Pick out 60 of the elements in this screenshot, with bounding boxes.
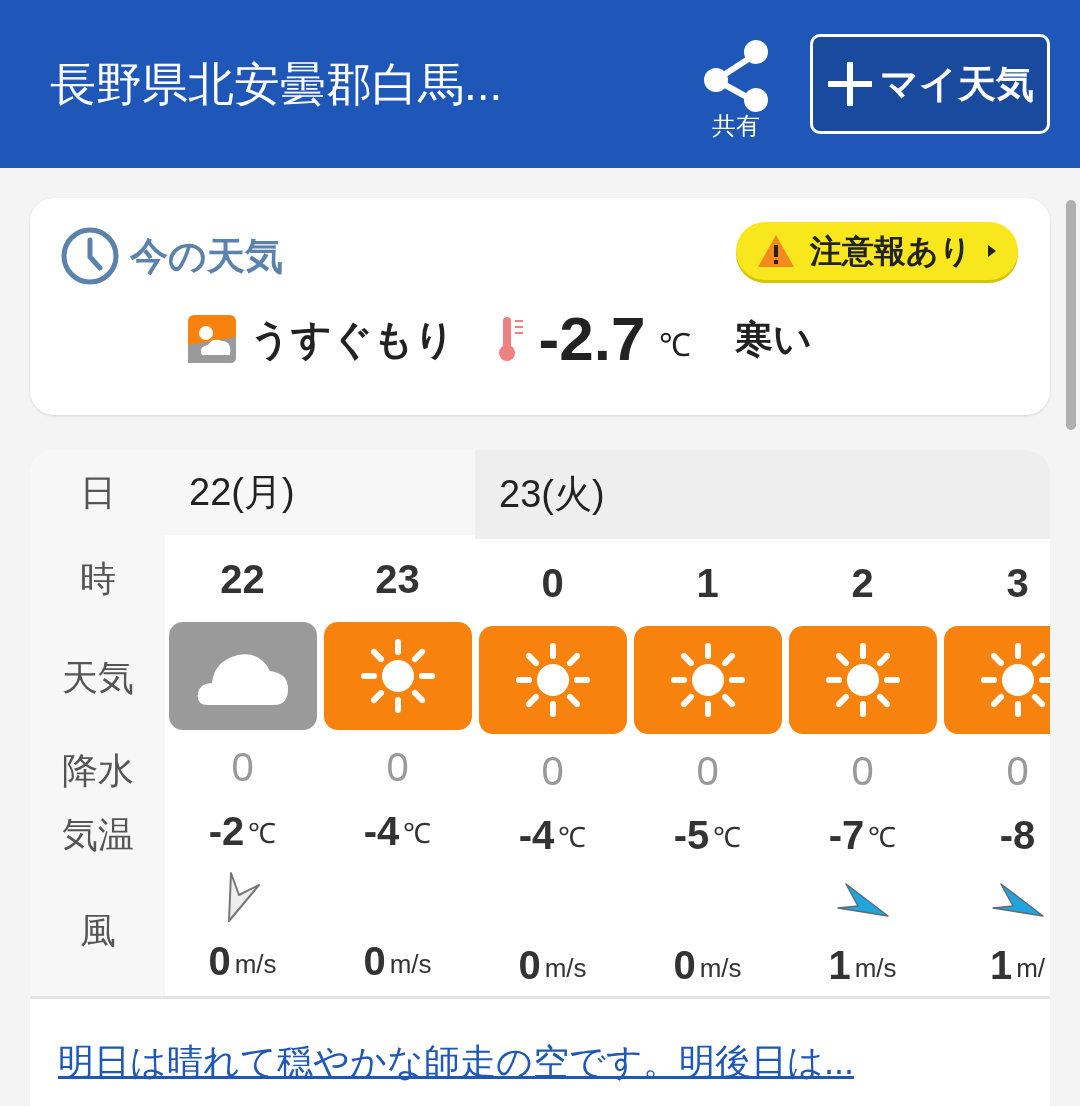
precipitation-value: 0 xyxy=(231,744,254,791)
row-label: 天気 xyxy=(61,656,134,700)
precipitation-value: 0 xyxy=(851,748,874,795)
triangle-right-icon xyxy=(986,243,998,259)
alert-badge[interactable]: 注意報あり xyxy=(736,222,1018,280)
row-label: 日 xyxy=(79,470,116,515)
warning-icon xyxy=(756,233,796,269)
wind-speed: 0 xyxy=(208,938,231,985)
hour-label: 22 xyxy=(220,555,265,603)
precipitation-value: 0 xyxy=(541,748,564,795)
temperature-value: -7 xyxy=(828,812,865,859)
temperature-unit: ℃ xyxy=(713,821,742,855)
thermometer-icon xyxy=(498,315,525,363)
my-weather-button[interactable]: マイ天気 xyxy=(810,34,1050,134)
precipitation-value: 0 xyxy=(696,748,719,795)
temperature-unit: ℃ xyxy=(868,821,897,855)
temperature-value: -2 xyxy=(208,808,245,855)
hour-label: 3 xyxy=(1006,559,1029,607)
wind-unit: m/s xyxy=(234,947,277,981)
wind-unit: m/s xyxy=(389,947,432,981)
section-heading: 今の天気 xyxy=(130,233,283,279)
feeling-text: 寒い xyxy=(735,316,813,362)
forecast-summary-link[interactable]: 明日は晴れて穏やかな師走の空です。明後日は... xyxy=(58,1041,854,1082)
wind-unit: m/s xyxy=(699,951,742,985)
hour-label: 1 xyxy=(696,559,719,607)
hour-label: 0 xyxy=(541,559,564,607)
temperature-value: -4 xyxy=(363,808,400,855)
plus-icon xyxy=(826,60,874,108)
row-label: 風 xyxy=(79,909,116,953)
hour-label: 23 xyxy=(375,555,420,603)
wind-unit: m/ xyxy=(1016,951,1046,985)
row-label: 時 xyxy=(79,556,116,601)
wind-unit: m/s xyxy=(854,951,897,985)
precipitation-value: 0 xyxy=(386,744,409,791)
share-button[interactable]: 共有 xyxy=(702,38,770,138)
wind-unit: m/s xyxy=(544,951,587,985)
temperature-value: -8 xyxy=(999,812,1036,859)
day-header: 22(月) xyxy=(165,450,475,535)
temperature-unit: ℃ xyxy=(558,821,587,855)
share-icon xyxy=(702,38,770,114)
temperature-unit: ℃ xyxy=(659,326,692,365)
wind-speed: 0 xyxy=(363,938,386,985)
condition-text: うすぐもり xyxy=(249,316,455,363)
day-header: 23(火) xyxy=(475,450,1050,539)
row-label: 降水 xyxy=(61,749,134,793)
clock-icon xyxy=(60,226,120,286)
wind-speed: 0 xyxy=(518,942,541,989)
current-temperature: -2.7 xyxy=(538,308,646,370)
hour-label: 2 xyxy=(851,559,874,607)
partly-cloudy-icon xyxy=(187,315,236,363)
row-label: 気温 xyxy=(61,813,134,857)
wind-speed: 1 xyxy=(989,942,1013,989)
location-title: 長野県北安曇郡白馬... xyxy=(50,56,504,112)
wind-speed: 1 xyxy=(828,942,851,989)
temperature-unit: ℃ xyxy=(248,817,277,851)
wind-speed: 0 xyxy=(673,942,696,989)
temperature-value: -5 xyxy=(673,812,710,859)
temperature-value: -4 xyxy=(518,812,555,859)
precipitation-value: 0 xyxy=(1006,748,1029,795)
temperature-unit: ℃ xyxy=(403,817,432,851)
